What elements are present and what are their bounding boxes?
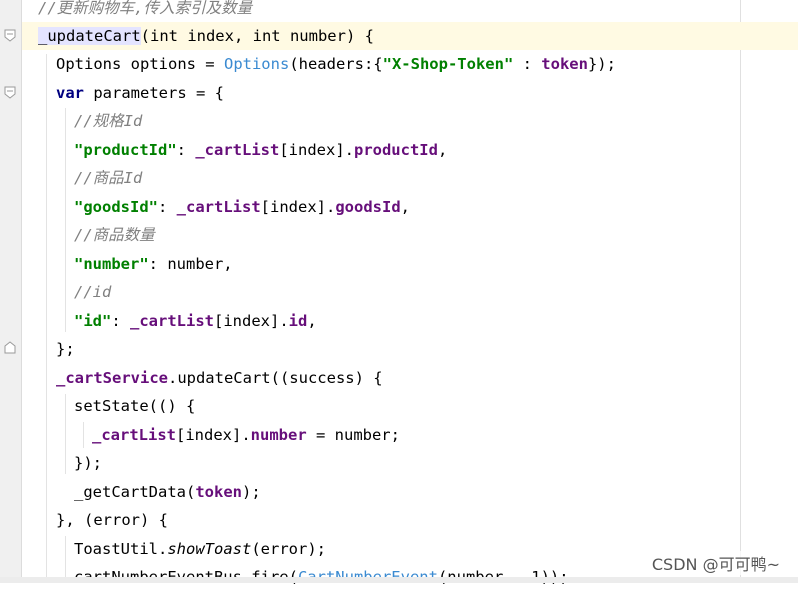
code-line: "goodsId": _cartList[index].goodsId,: [22, 193, 798, 221]
fold-icon[interactable]: [3, 29, 17, 43]
code-line: "id": _cartList[index].id,: [22, 307, 798, 335]
code-line: _cartList[index].number = number;: [22, 421, 798, 449]
code-token: goodsId: [335, 198, 401, 216]
code-line: setState(() {: [22, 392, 798, 420]
code-line: });: [22, 449, 798, 477]
code-token: : number,: [148, 255, 233, 273]
code-line: var parameters = {: [22, 79, 798, 107]
code-line: //id: [22, 278, 798, 306]
code-token: //商品数量: [74, 226, 155, 244]
code-line: //规格Id: [22, 107, 798, 135]
code-line: "number": number,: [22, 250, 798, 278]
code-token: "number": [74, 255, 149, 273]
code-token: _updateCart: [38, 27, 141, 45]
code-token: _cartList: [130, 312, 214, 330]
code-token: :: [176, 141, 196, 159]
code-token: );: [242, 483, 261, 501]
code-line: };: [22, 335, 798, 363]
code-token: "id": [74, 312, 112, 330]
code-token: ,: [437, 141, 448, 159]
code-token: });: [74, 454, 102, 472]
code-token: :: [111, 312, 130, 330]
code-token: token: [195, 483, 242, 501]
code-line: }, (error) {: [22, 506, 798, 534]
code-token: var: [56, 84, 84, 102]
code-token: parameters = {: [84, 84, 224, 102]
code-line: //商品Id: [22, 164, 798, 192]
code-line: Options options = Options(headers:{"X-Sh…: [22, 50, 798, 78]
fold-end-icon[interactable]: [3, 340, 17, 354]
code-token: _cartList: [195, 141, 280, 159]
code-token: showToast: [167, 540, 252, 558]
code-token: [index].: [279, 141, 354, 159]
code-token: :: [158, 198, 177, 216]
code-token: :: [513, 55, 542, 73]
code-token: _cartList: [176, 198, 261, 216]
code-token: number: [250, 426, 307, 444]
code-token: [index].: [176, 426, 251, 444]
code-token: }, (error) {: [56, 511, 168, 529]
code-token: [index].: [260, 198, 336, 216]
code-line: _getCartData(token);: [22, 478, 798, 506]
code-token: id: [288, 312, 308, 330]
code-token: (error);: [251, 540, 326, 558]
code-token: _cartList: [92, 426, 176, 444]
code-token: ,: [307, 312, 317, 330]
code-token: = number;: [306, 426, 400, 444]
code-line: //商品数量: [22, 221, 798, 249]
code-line: //更新购物车,传入索引及数量: [22, 0, 798, 22]
code-token: setState(() {: [74, 397, 196, 415]
code-token: "X-Shop-Token": [382, 55, 514, 73]
code-token: ,: [400, 198, 410, 216]
code-line: _cartService.updateCart((success) {: [22, 364, 798, 392]
code-token: Options: [223, 55, 290, 73]
code-token: "productId": [74, 141, 177, 159]
code-editor[interactable]: //更新购物车,传入索引及数量 _updateCart(int index, i…: [22, 0, 798, 586]
code-line: _updateCart(int index, int number) {: [22, 22, 798, 50]
code-token: Options options =: [56, 55, 224, 73]
code-token: productId: [353, 141, 438, 159]
code-token: "goodsId": [74, 198, 158, 216]
code-token: //规格Id: [74, 112, 143, 130]
code-token: };: [56, 340, 75, 358]
code-line: "productId": _cartList[index].productId,: [22, 136, 798, 164]
horizontal-scrollbar[interactable]: [0, 577, 798, 583]
fold-icon[interactable]: [3, 86, 17, 100]
code-token: //更新购物车,传入索引及数量: [38, 0, 252, 17]
code-token: (int index, int number) {: [140, 27, 374, 45]
code-token: .updateCart((success) {: [167, 369, 383, 387]
code-token: ToastUtil.: [74, 540, 168, 558]
code-token: });: [587, 55, 616, 73]
code-token: //id: [74, 283, 112, 301]
code-token: //商品Id: [74, 169, 143, 187]
code-token: _getCartData(: [74, 483, 196, 501]
code-token: _cartService: [56, 369, 168, 387]
code-token: (headers:{: [289, 55, 383, 73]
code-token: token: [541, 55, 588, 73]
watermark: CSDN @可可鸭~: [649, 551, 782, 575]
code-token: [index].: [214, 312, 289, 330]
